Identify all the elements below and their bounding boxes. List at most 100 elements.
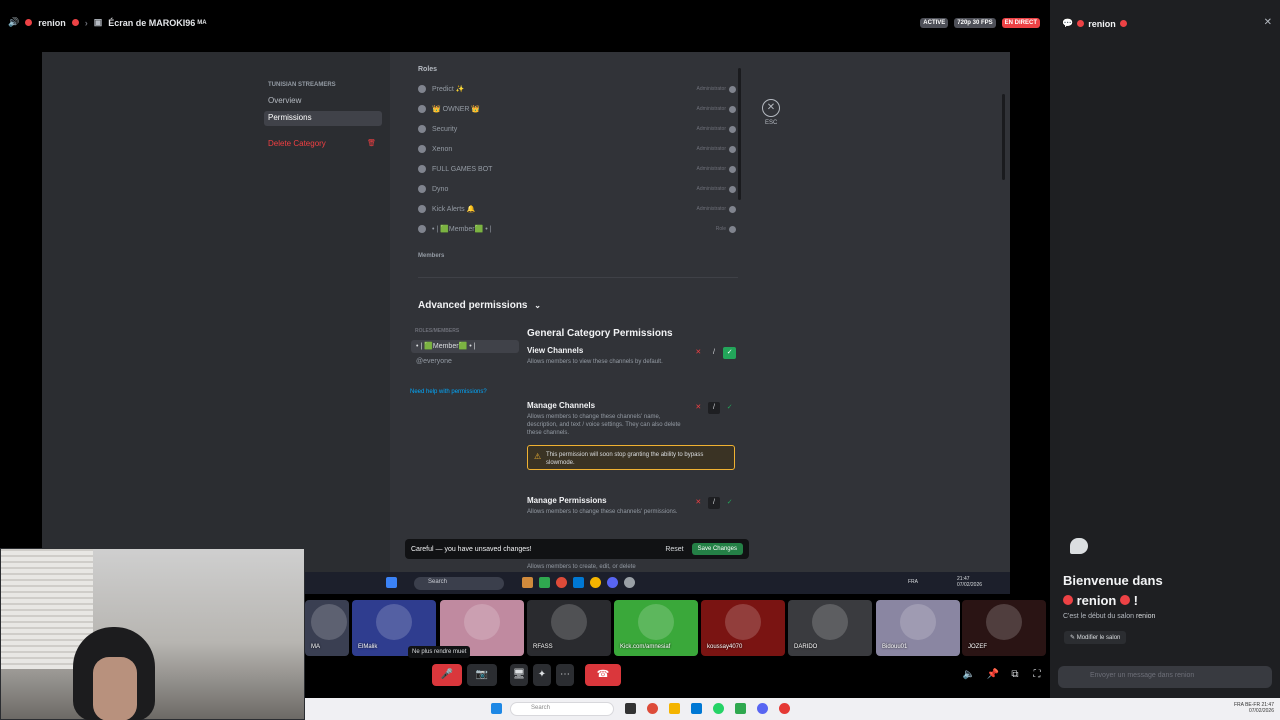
- sidebar-item-overview[interactable]: Overview: [264, 94, 382, 109]
- microphone-muted-button[interactable]: 🎤: [432, 664, 462, 686]
- allow-icon[interactable]: ✓: [723, 402, 736, 414]
- participant-tile[interactable]: Kick.com/amnesiaf: [614, 600, 698, 656]
- remove-role-icon[interactable]: [729, 225, 736, 233]
- participant-tile[interactable]: Bidouu01: [876, 600, 960, 656]
- avatar: [900, 604, 936, 640]
- role-row[interactable]: Xenon Administrator: [418, 142, 736, 156]
- close-chat-icon[interactable]: ✕: [1264, 17, 1272, 28]
- edge-icon: [573, 577, 584, 588]
- call-controls: 🎤 📷 🖥 ✦ ⋯ ☎ 🔈 📌 ⧉ ⛶: [305, 664, 1050, 692]
- chrome-icon[interactable]: [647, 703, 658, 714]
- role-row[interactable]: Predict ✨ Administrator: [418, 82, 736, 96]
- activities-button[interactable]: ✦: [533, 664, 551, 686]
- os-search-box[interactable]: Search: [510, 702, 614, 716]
- neutral-icon[interactable]: /: [707, 497, 721, 509]
- roles-scrollbar[interactable]: [738, 68, 741, 200]
- os-date: 07/02/2026: [1248, 708, 1274, 714]
- remove-role-icon[interactable]: [729, 165, 736, 173]
- more-options-button[interactable]: ⋯: [556, 664, 574, 686]
- discord-icon[interactable]: [757, 703, 768, 714]
- remove-role-icon[interactable]: [729, 205, 736, 213]
- allow-icon[interactable]: ✓: [723, 497, 736, 509]
- main-scrollbar[interactable]: [1002, 94, 1005, 180]
- perm-manage-channels-desc: Allows members to change these channels'…: [527, 414, 681, 436]
- neutral-icon[interactable]: /: [708, 347, 721, 359]
- edit-channel-button[interactable]: ✎ Modifier le salon: [1064, 631, 1127, 644]
- avatar: [986, 604, 1022, 640]
- shared-screen: TUNISIAN STREAMERS Overview Permissions …: [42, 52, 1010, 572]
- participant-name: koussay4070: [707, 644, 743, 650]
- allow-icon[interactable]: ✓: [723, 347, 736, 359]
- app-icon[interactable]: [735, 703, 746, 714]
- file-explorer-icon[interactable]: [669, 703, 680, 714]
- participant-tile[interactable]: DARIDO: [788, 600, 872, 656]
- perm-manage-channels-toggle[interactable]: ✕ / ✓: [692, 402, 736, 414]
- task-view-icon[interactable]: [625, 703, 636, 714]
- welcome-line1: Bienvenue dans: [1063, 573, 1163, 588]
- advanced-permissions-toggle[interactable]: Advanced permissions ⌄: [418, 300, 541, 311]
- opera-icon[interactable]: [779, 703, 790, 714]
- remove-role-icon[interactable]: [729, 125, 736, 133]
- perm-view-channels-desc: Allows members to view these channels by…: [527, 359, 663, 365]
- whatsapp-icon[interactable]: [713, 703, 724, 714]
- deny-icon[interactable]: ✕: [692, 347, 705, 359]
- popout-icon[interactable]: ⧉: [1007, 664, 1023, 686]
- participant-name: Kick.com/amnesiaf: [620, 644, 671, 650]
- perm-manage-channels-name: Manage Channels: [527, 401, 596, 410]
- divider: [418, 277, 738, 278]
- close-icon[interactable]: ✕: [762, 99, 780, 117]
- role-row[interactable]: • | 🟩Member🟩 • | Role: [418, 222, 736, 236]
- delete-category-button[interactable]: Delete Category 🗑: [264, 137, 382, 152]
- perm-manage-permissions-toggle[interactable]: ✕ / ✓: [692, 497, 736, 509]
- screen-title-suffix: MA: [197, 19, 207, 26]
- settings-sidebar: TUNISIAN STREAMERS Overview Permissions …: [42, 52, 390, 572]
- participant-tile[interactable]: koussay4070: [701, 600, 785, 656]
- channel-start-prefix: C'est le début du salon: [1063, 613, 1134, 620]
- app-icon[interactable]: [691, 703, 702, 714]
- screen-title: Écran de MAROKI96: [108, 17, 196, 28]
- os-tray: FRA BE-FR 21:47 07/02/2026: [1234, 702, 1274, 714]
- stream-titlebar: 🔊 renion › ▣ Écran de MAROKI96 MA ACTIVE…: [0, 0, 1050, 46]
- camera-button[interactable]: 📷: [467, 664, 497, 686]
- perm-next-desc: Allows members to create, edit, or delet…: [527, 564, 636, 570]
- message-input[interactable]: Envoyer un message dans renion: [1058, 666, 1272, 688]
- remove-role-icon[interactable]: [729, 105, 736, 113]
- pin-icon[interactable]: 📌: [985, 664, 1001, 686]
- participant-tile[interactable]: MA: [305, 600, 349, 656]
- remove-role-icon[interactable]: [729, 145, 736, 153]
- neutral-icon[interactable]: /: [707, 402, 721, 414]
- role-row[interactable]: Security Administrator: [418, 122, 736, 136]
- participant-name: MA: [311, 644, 320, 650]
- perm-view-channels-toggle[interactable]: ✕ / ✓: [692, 347, 736, 359]
- avatar: [376, 604, 412, 640]
- volume-icon[interactable]: 🔈: [961, 664, 977, 686]
- browser-icon: [590, 577, 601, 588]
- welcome-heading: Bienvenue dans renion !: [1063, 571, 1263, 611]
- participant-tile[interactable]: RFASS: [527, 600, 611, 656]
- channel-name[interactable]: renion: [38, 18, 66, 28]
- sidebar-item-permissions[interactable]: Permissions: [264, 111, 382, 126]
- role-row[interactable]: FULL GAMES BOT Administrator: [418, 162, 736, 176]
- trash-icon: 🗑: [367, 140, 376, 147]
- deny-icon[interactable]: ✕: [692, 497, 705, 509]
- remove-role-icon[interactable]: [729, 85, 736, 93]
- leave-call-button[interactable]: ☎: [585, 664, 621, 686]
- role-icon: [418, 125, 426, 133]
- reset-button[interactable]: Reset: [665, 546, 683, 553]
- role-perm: Administrator: [696, 166, 726, 172]
- fullscreen-icon[interactable]: ⛶: [1029, 664, 1045, 686]
- live-badge: EN DIRECT: [1001, 18, 1040, 28]
- role-row[interactable]: 👑 OWNER 👑 Administrator: [418, 102, 736, 116]
- role-member-item-everyone[interactable]: @everyone: [411, 356, 519, 369]
- save-changes-button[interactable]: Save Changes: [691, 543, 743, 555]
- remove-role-icon[interactable]: [729, 185, 736, 193]
- help-permissions-link[interactable]: Need help with permissions?: [410, 389, 487, 395]
- role-member-item-member[interactable]: • | 🟩Member🟩 • |: [411, 340, 519, 353]
- participant-tile[interactable]: JOZEF: [962, 600, 1046, 656]
- windows-start-icon[interactable]: [491, 703, 502, 714]
- deny-icon[interactable]: ✕: [692, 402, 705, 414]
- role-icon: [418, 225, 426, 233]
- role-row[interactable]: Dyno Administrator: [418, 182, 736, 196]
- screen-share-button[interactable]: 🖥: [510, 664, 528, 686]
- role-row[interactable]: Kick Alerts 🔔 Administrator: [418, 202, 736, 216]
